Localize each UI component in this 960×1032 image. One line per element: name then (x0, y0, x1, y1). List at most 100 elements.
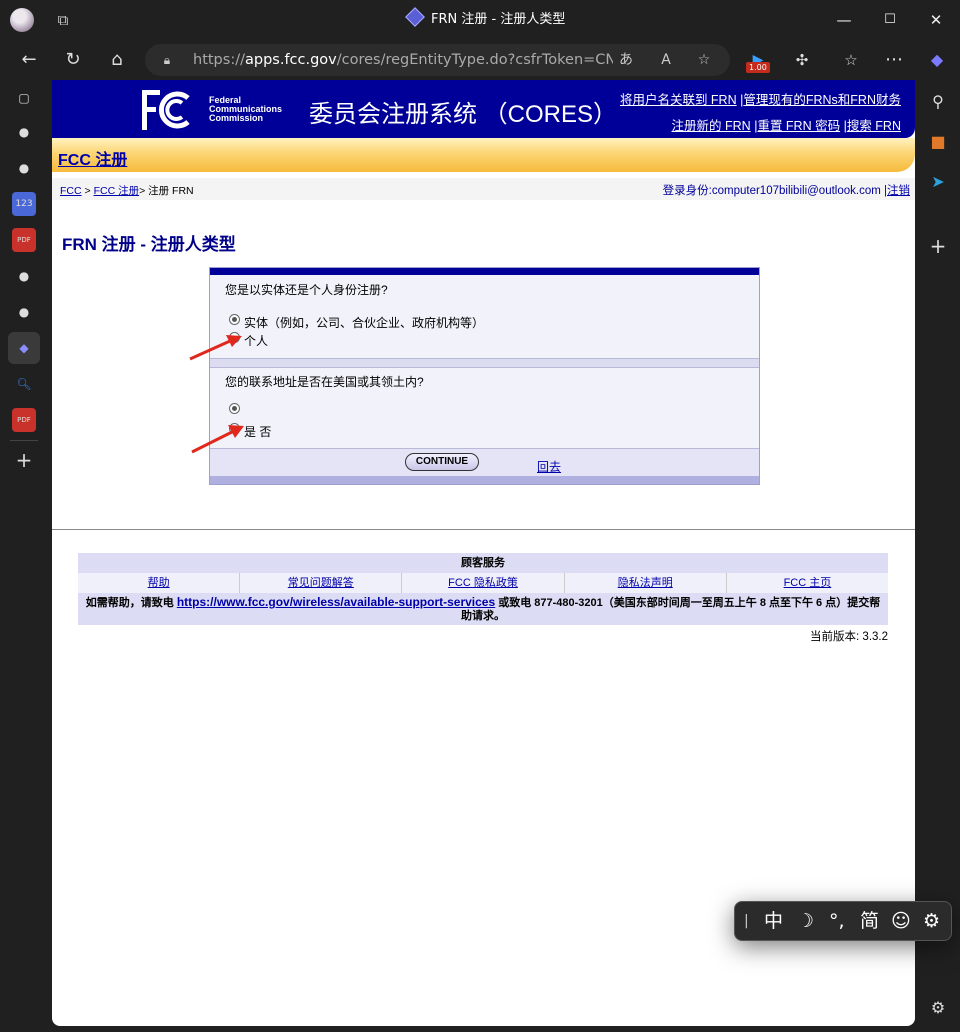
support-services-link[interactable]: https://www.fcc.gov/wireless/available-s… (177, 595, 495, 609)
lock-icon[interactable]: 🔒︎ (159, 52, 175, 68)
header-links-row1: 将用户名关联到 FRN |管理现有的FRNs和FRN财务 (619, 93, 901, 107)
footer-link-fcc-home[interactable]: FCC 主页 (784, 577, 832, 589)
refresh-icon[interactable]: ↻ (60, 48, 86, 72)
ime-emoji-icon[interactable]: ☺ (891, 909, 911, 933)
ime-moon-icon[interactable]: ☽ (797, 909, 814, 933)
tab-fcc-active-icon[interactable]: ◆ (8, 332, 40, 364)
question-entity-or-individual: 您是以实体还是个人身份注册? (225, 283, 388, 297)
login-email: computer107bilibili@outlook.com (711, 185, 881, 197)
ime-mode-toggle[interactable]: 中 (764, 909, 783, 933)
copilot-icon[interactable]: ◆ (924, 48, 950, 72)
profile-avatar[interactable] (10, 8, 34, 32)
link-register-new-frn[interactable]: 注册新的 FRN (672, 119, 751, 133)
favorites-icon[interactable]: ☆ (838, 48, 864, 72)
tab-avatar-2-icon[interactable]: ● (12, 156, 36, 180)
sidebar-settings-icon[interactable]: ⚙ (926, 996, 950, 1020)
extension-badge: 1.00 (746, 62, 770, 73)
back-arrow-icon[interactable]: ← (16, 48, 42, 72)
question-us-address: 您的联系地址是否在美国或其领土内? (225, 375, 424, 389)
close-button[interactable]: ✕ (924, 8, 948, 32)
url-text[interactable]: https://apps.fcc.gov/cores/regEntityType… (193, 44, 613, 76)
tab-pdf-2-icon[interactable]: PDF (12, 408, 36, 432)
web-page: Federal Communications Commission 委员会注册系… (52, 80, 915, 1026)
help-info: 如需帮助，请致电 https://www.fcc.gov/wireless/av… (78, 593, 888, 625)
rail-divider (10, 440, 38, 441)
ime-drag-handle[interactable]: | (744, 909, 749, 933)
fcc-header: Federal Communications Commission 委员会注册系… (52, 80, 915, 138)
header-links-row2: 注册新的 FRN |重置 FRN 密码 |搜索 FRN (671, 119, 901, 133)
fcc-logo-icon[interactable] (140, 88, 194, 132)
section-title-link[interactable]: FCC 注册 (58, 146, 127, 170)
link-associate-username[interactable]: 将用户名关联到 FRN (620, 93, 737, 107)
tab-actions-icon[interactable]: ▢ (12, 86, 36, 110)
more-menu-icon[interactable]: ⋯ (881, 48, 907, 72)
maximize-button[interactable]: ☐ (878, 8, 902, 32)
breadcrumb: FCC > FCC 注册> 注册 FRN (60, 185, 194, 197)
login-info: 登录身份:computer107bilibili@outlook.com |注销 (662, 185, 910, 197)
radio-individual-label: 个人 (244, 334, 269, 348)
sidebar-add-icon[interactable]: + (926, 234, 950, 258)
version-text: 当前版本: 3.3.2 (810, 631, 888, 643)
read-aloud-icon[interactable]: A (655, 50, 677, 70)
tab-title-text: FRN 注册 - 注册人类型 (431, 12, 566, 27)
tab-avatar-3-icon[interactable]: ● (12, 264, 36, 288)
annotation-arrow-1-icon (189, 335, 242, 361)
tab-search-icon[interactable]: 🔍︎ (12, 372, 36, 396)
link-manage-frns[interactable]: 管理现有的FRNs和FRN财务 (743, 93, 901, 107)
link-reset-frn-password[interactable]: 重置 FRN 密码 (757, 119, 840, 133)
fcc-logo-text: Federal Communications Commission (209, 95, 283, 123)
footer-link-faq[interactable]: 常见问题解答 (288, 577, 354, 589)
tab-123-icon[interactable]: 123 (12, 192, 36, 216)
customer-service-title: 顾客服务 (78, 553, 888, 573)
active-tab[interactable]: FRN 注册 - 注册人类型 (405, 7, 566, 30)
sidebar-send-icon[interactable]: ➤ (926, 170, 950, 194)
radio-no-label: 是 否 (244, 425, 272, 439)
favorite-star-icon[interactable]: ☆ (693, 50, 715, 70)
sidebar-tools-icon[interactable]: ■ (926, 130, 950, 154)
section-band: FCC 注册 (52, 138, 915, 172)
system-title: 委员会注册系统 （CORES） (309, 101, 618, 128)
sidebar-rail: ⚲ ■ ➤ + ⚙ (916, 80, 960, 1032)
breadcrumb-current: 注册 FRN (148, 185, 194, 197)
continue-button[interactable]: CONTINUE (405, 453, 479, 471)
sidebar-search-icon[interactable]: ⚲ (926, 90, 950, 114)
ime-script-toggle[interactable]: 简 (860, 909, 879, 933)
browser-toolbar: ← ↻ ⌂ 🔒︎ https://apps.fcc.gov/cores/regE… (0, 40, 960, 80)
page-title: FRN 注册 - 注册人类型 (62, 235, 236, 254)
ime-settings-icon[interactable]: ⚙ (923, 909, 940, 933)
registrant-type-form: 您是以实体还是个人身份注册? 实体（例如，公司、合伙企业、政府机构等） 个人 您… (209, 267, 760, 485)
radio-yes[interactable] (229, 403, 240, 414)
tab-avatar-4-icon[interactable]: ● (12, 300, 36, 324)
minimize-button[interactable]: — (832, 8, 856, 32)
breadcrumb-fcc-registration[interactable]: FCC 注册 (94, 185, 140, 197)
footer-links: 帮助 常见问题解答 FCC 隐私政策 隐私法声明 FCC 主页 (78, 573, 889, 593)
title-bar: ⧉ FRN 注册 - 注册人类型 — ☐ ✕ (0, 0, 960, 40)
footer-link-privacy-policy[interactable]: FCC 隐私政策 (448, 577, 518, 589)
question-separator (210, 358, 759, 368)
ime-toolbar: | 中 ☽ °, 简 ☺ ⚙ (734, 901, 952, 941)
address-bar[interactable]: 🔒︎ https://apps.fcc.gov/cores/regEntityT… (145, 44, 730, 76)
workspaces-icon[interactable]: ⧉ (53, 10, 73, 30)
footer-link-help[interactable]: 帮助 (148, 577, 170, 589)
logout-link[interactable]: 注销 (887, 185, 910, 197)
form-top-bar (210, 268, 759, 275)
home-icon[interactable]: ⌂ (104, 48, 130, 72)
radio-entity[interactable] (229, 314, 240, 325)
radio-entity-label: 实体（例如，公司、合伙企业、政府机构等） (244, 316, 485, 330)
annotation-arrow-2-icon (191, 425, 244, 454)
form-bottom-bar (210, 476, 759, 484)
breadcrumb-row: FCC > FCC 注册> 注册 FRN 登录身份:computer107bil… (52, 178, 915, 200)
footer-link-privacy-act[interactable]: 隐私法声明 (618, 577, 673, 589)
tab-pdf-1-icon[interactable]: PDF (12, 228, 36, 252)
link-search-frn[interactable]: 搜索 FRN (847, 119, 901, 133)
fcc-favicon-icon (405, 7, 425, 27)
form-actions: CONTINUE 回去 (210, 448, 759, 477)
new-tab-plus-icon[interactable]: + (12, 448, 36, 472)
tab-avatar-1-icon[interactable]: ● (12, 120, 36, 144)
extensions-puzzle-icon[interactable]: ✣ (789, 48, 815, 72)
breadcrumb-fcc[interactable]: FCC (60, 185, 82, 197)
translate-icon[interactable]: あ (615, 50, 637, 70)
back-link[interactable]: 回去 (537, 458, 561, 475)
ime-punctuation-toggle[interactable]: °, (829, 909, 845, 933)
customer-service-table: 顾客服务 帮助 常见问题解答 FCC 隐私政策 隐私法声明 FCC 主页 如需帮… (78, 553, 889, 625)
